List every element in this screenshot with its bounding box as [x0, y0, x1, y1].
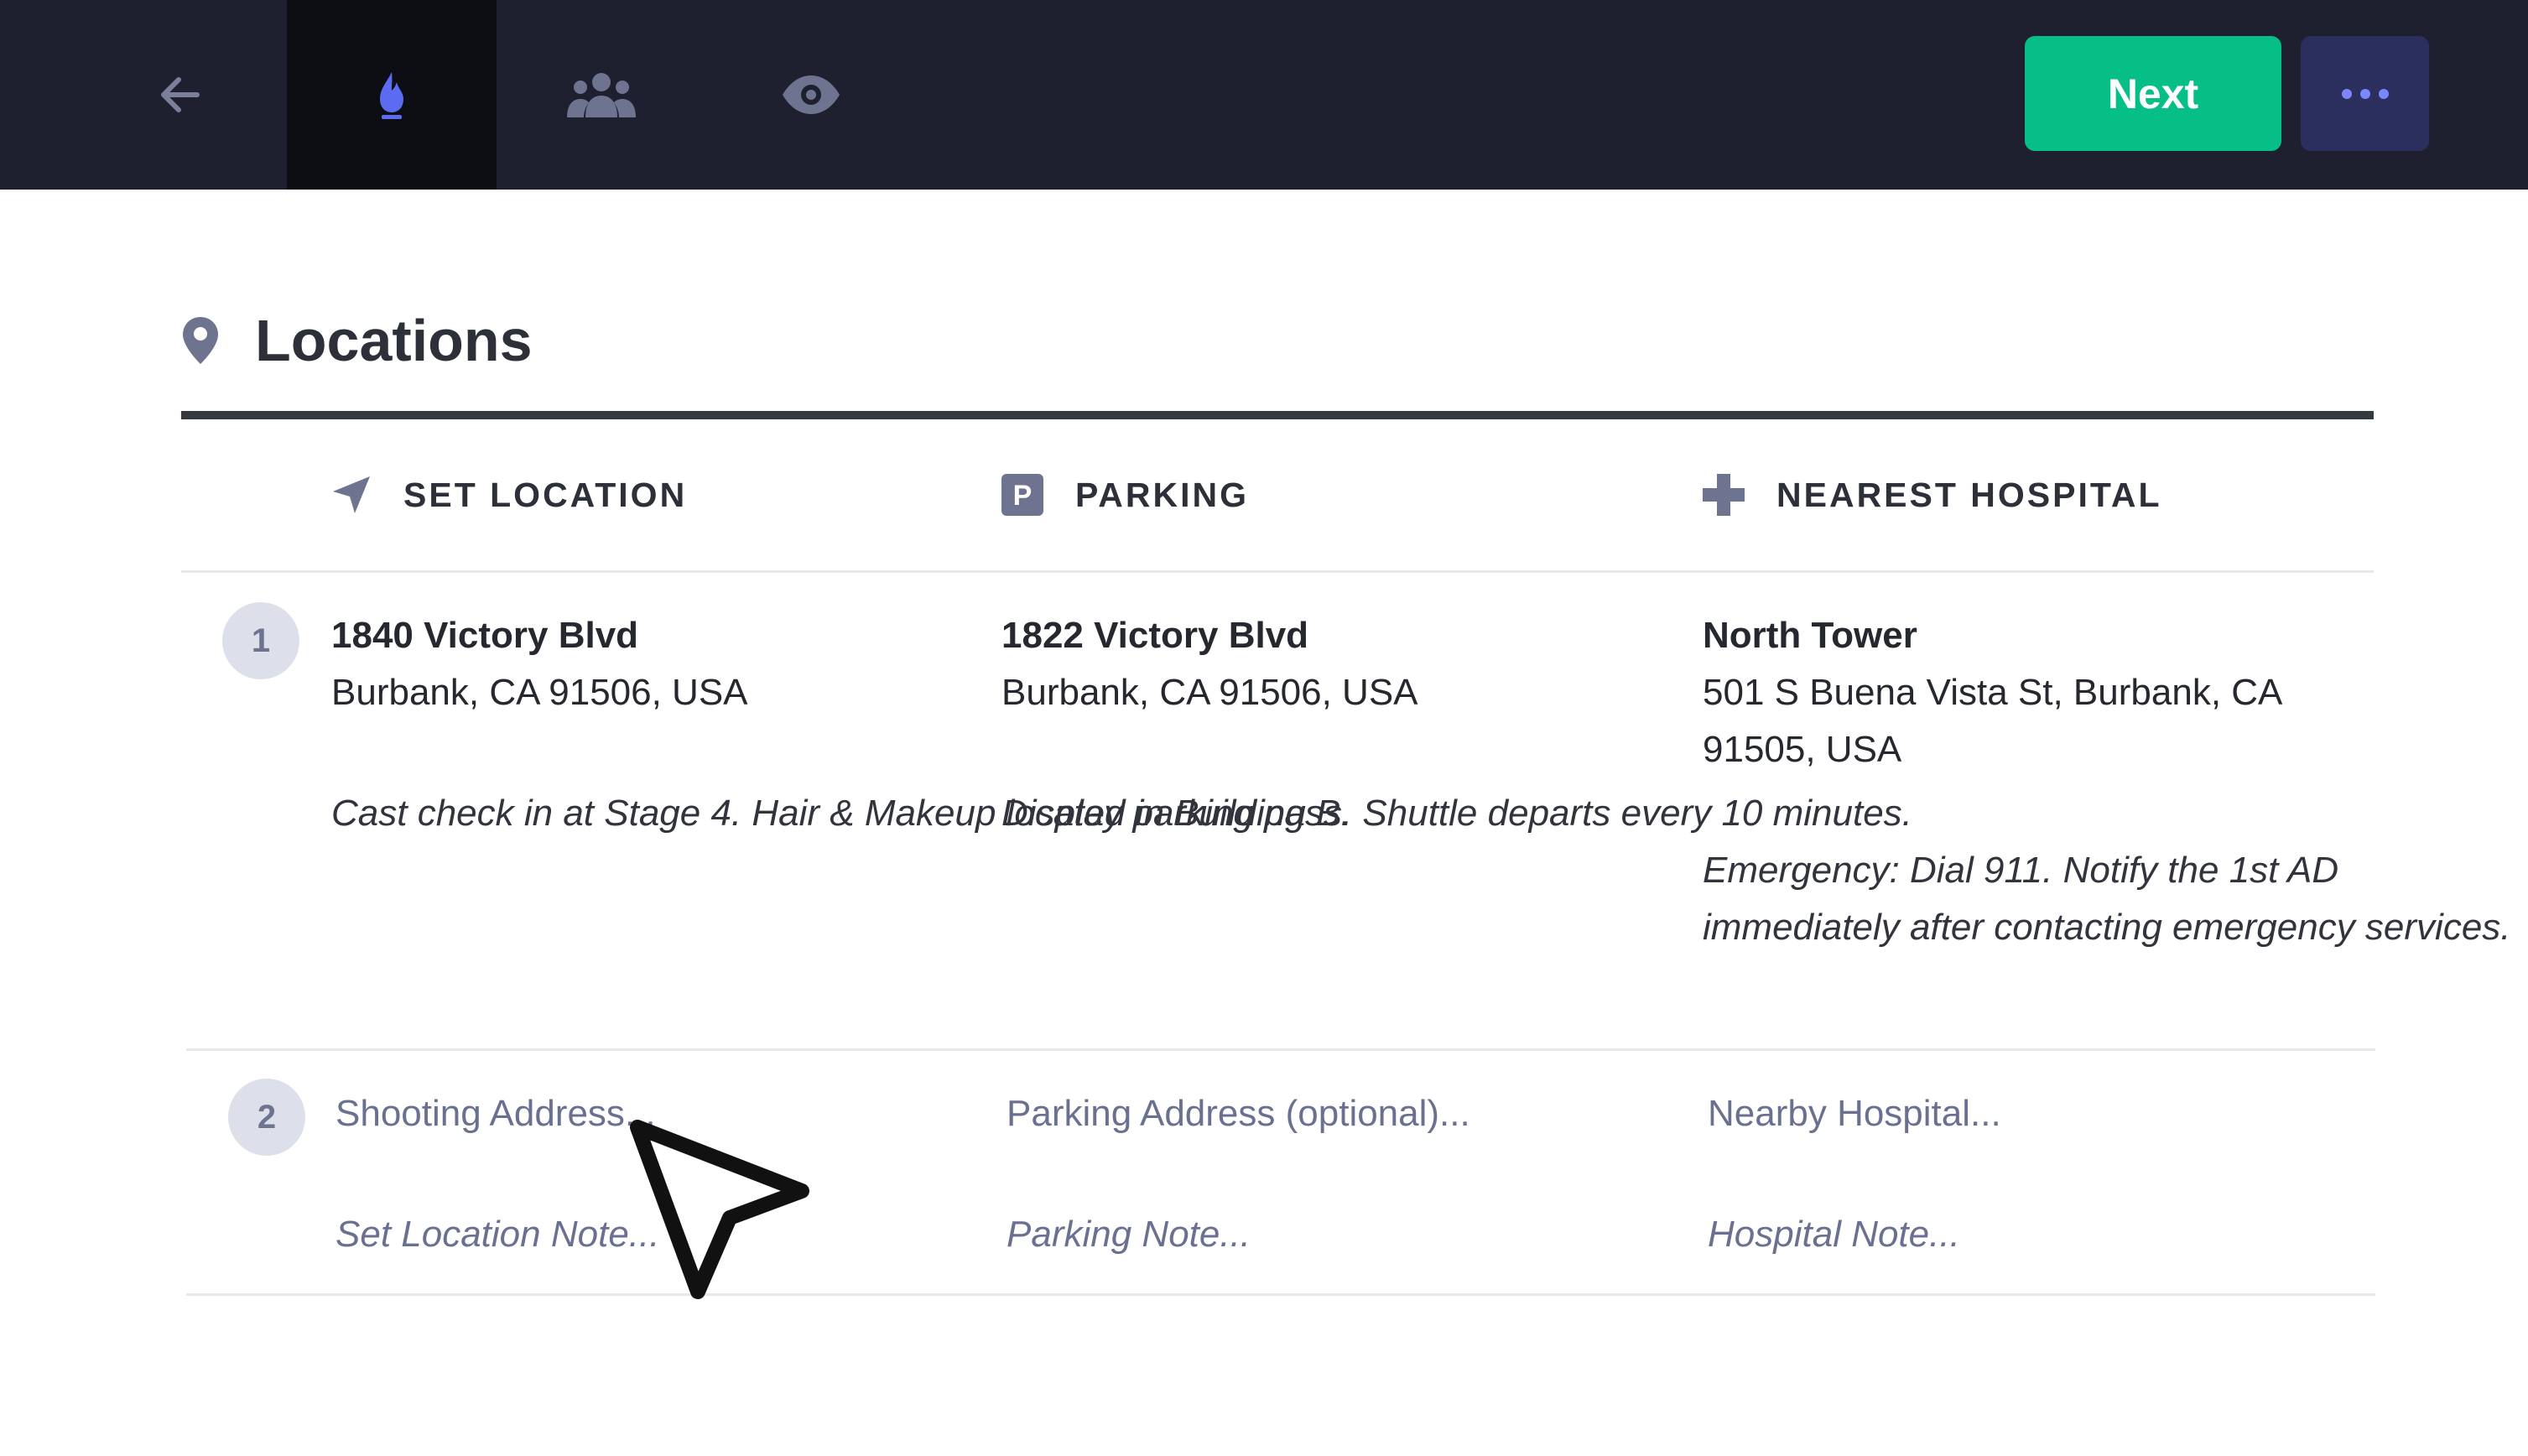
column-header-set-location: SET LOCATION: [331, 471, 687, 518]
navigation-arrow-icon: [333, 476, 370, 513]
column-header-label: SET LOCATION: [403, 475, 688, 514]
arrow-left-icon: [161, 77, 200, 112]
section-header: Locations: [181, 307, 533, 374]
column-header-label: PARKING: [1075, 475, 1250, 514]
column-header-parking: P PARKING: [1001, 471, 1249, 518]
header-divider: [181, 570, 2374, 573]
ellipsis-icon: [2341, 88, 2389, 99]
row-divider: [186, 1048, 2375, 1051]
note-line: Display parking pass. Shuttle departs: [1001, 793, 1611, 834]
top-toolbar: Next: [0, 0, 2528, 190]
parking-icon: P: [1001, 474, 1043, 516]
row-number-badge: 1: [222, 602, 299, 679]
title-divider: [181, 411, 2374, 419]
note-line: Cast check in at Stage 4. Hair &: [331, 793, 855, 834]
page-title: Locations: [255, 308, 533, 373]
people-icon: [567, 73, 636, 117]
parking-address[interactable]: 1822 Victory Blvd Burbank, CA 91506, USA: [1001, 607, 1418, 721]
shooting-address-input[interactable]: [336, 1085, 973, 1142]
eye-icon: [783, 75, 840, 114]
more-options-button[interactable]: [2301, 36, 2429, 151]
next-button[interactable]: Next: [2025, 36, 2281, 151]
parking-note-input[interactable]: [1007, 1206, 1678, 1263]
hospital-note-input[interactable]: [1708, 1206, 2362, 1263]
note-line: emergency services.: [2172, 907, 2511, 948]
set-location-note-input[interactable]: [336, 1206, 973, 1263]
hospital-name: North Tower: [1703, 615, 1917, 656]
column-header-label: NEAREST HOSPITAL: [1776, 475, 2162, 514]
row-divider: [186, 1293, 2375, 1296]
medical-cross-icon: [1703, 474, 1745, 516]
note-line: Emergency: Dial 911. Notify the 1st: [1703, 850, 2279, 891]
row-number-badge: 2: [228, 1079, 305, 1156]
tab-flame[interactable]: [287, 0, 497, 190]
parking-name: 1822 Victory Blvd: [1001, 615, 1309, 656]
parking-city: Burbank, CA 91506, USA: [1001, 672, 1418, 713]
hospital-note[interactable]: Emergency: Dial 911. Notify the 1st AD i…: [1703, 842, 2528, 956]
hospital-street: 501 S Buena Vista St, Burbank, CA: [1703, 672, 2283, 713]
tab-eye[interactable]: [706, 0, 916, 190]
map-pin-icon: [183, 317, 218, 364]
column-header-nearest-hospital: NEAREST HOSPITAL: [1703, 471, 2162, 518]
back-button[interactable]: [75, 0, 285, 190]
hospital-address[interactable]: North Tower 501 S Buena Vista St, Burban…: [1703, 607, 2282, 778]
set-location-address[interactable]: 1840 Victory Blvd Burbank, CA 91506, USA: [331, 607, 748, 721]
hospital-zip: 91505, USA: [1703, 729, 1902, 770]
svg-text:P: P: [1013, 480, 1033, 512]
set-location-name: 1840 Victory Blvd: [331, 615, 639, 656]
flame-icon: [380, 72, 403, 119]
app-page: Next Locations SET LOCATION P PARKING NE…: [0, 0, 2528, 1456]
nearby-hospital-input[interactable]: [1708, 1085, 2362, 1142]
parking-address-input[interactable]: [1007, 1085, 1678, 1142]
set-location-city: Burbank, CA 91506, USA: [331, 672, 748, 713]
note-line: every 10 minutes.: [1620, 793, 1912, 834]
parking-note[interactable]: Display parking pass. Shuttle departs ev…: [1001, 785, 1912, 842]
tab-people[interactable]: [497, 0, 706, 190]
